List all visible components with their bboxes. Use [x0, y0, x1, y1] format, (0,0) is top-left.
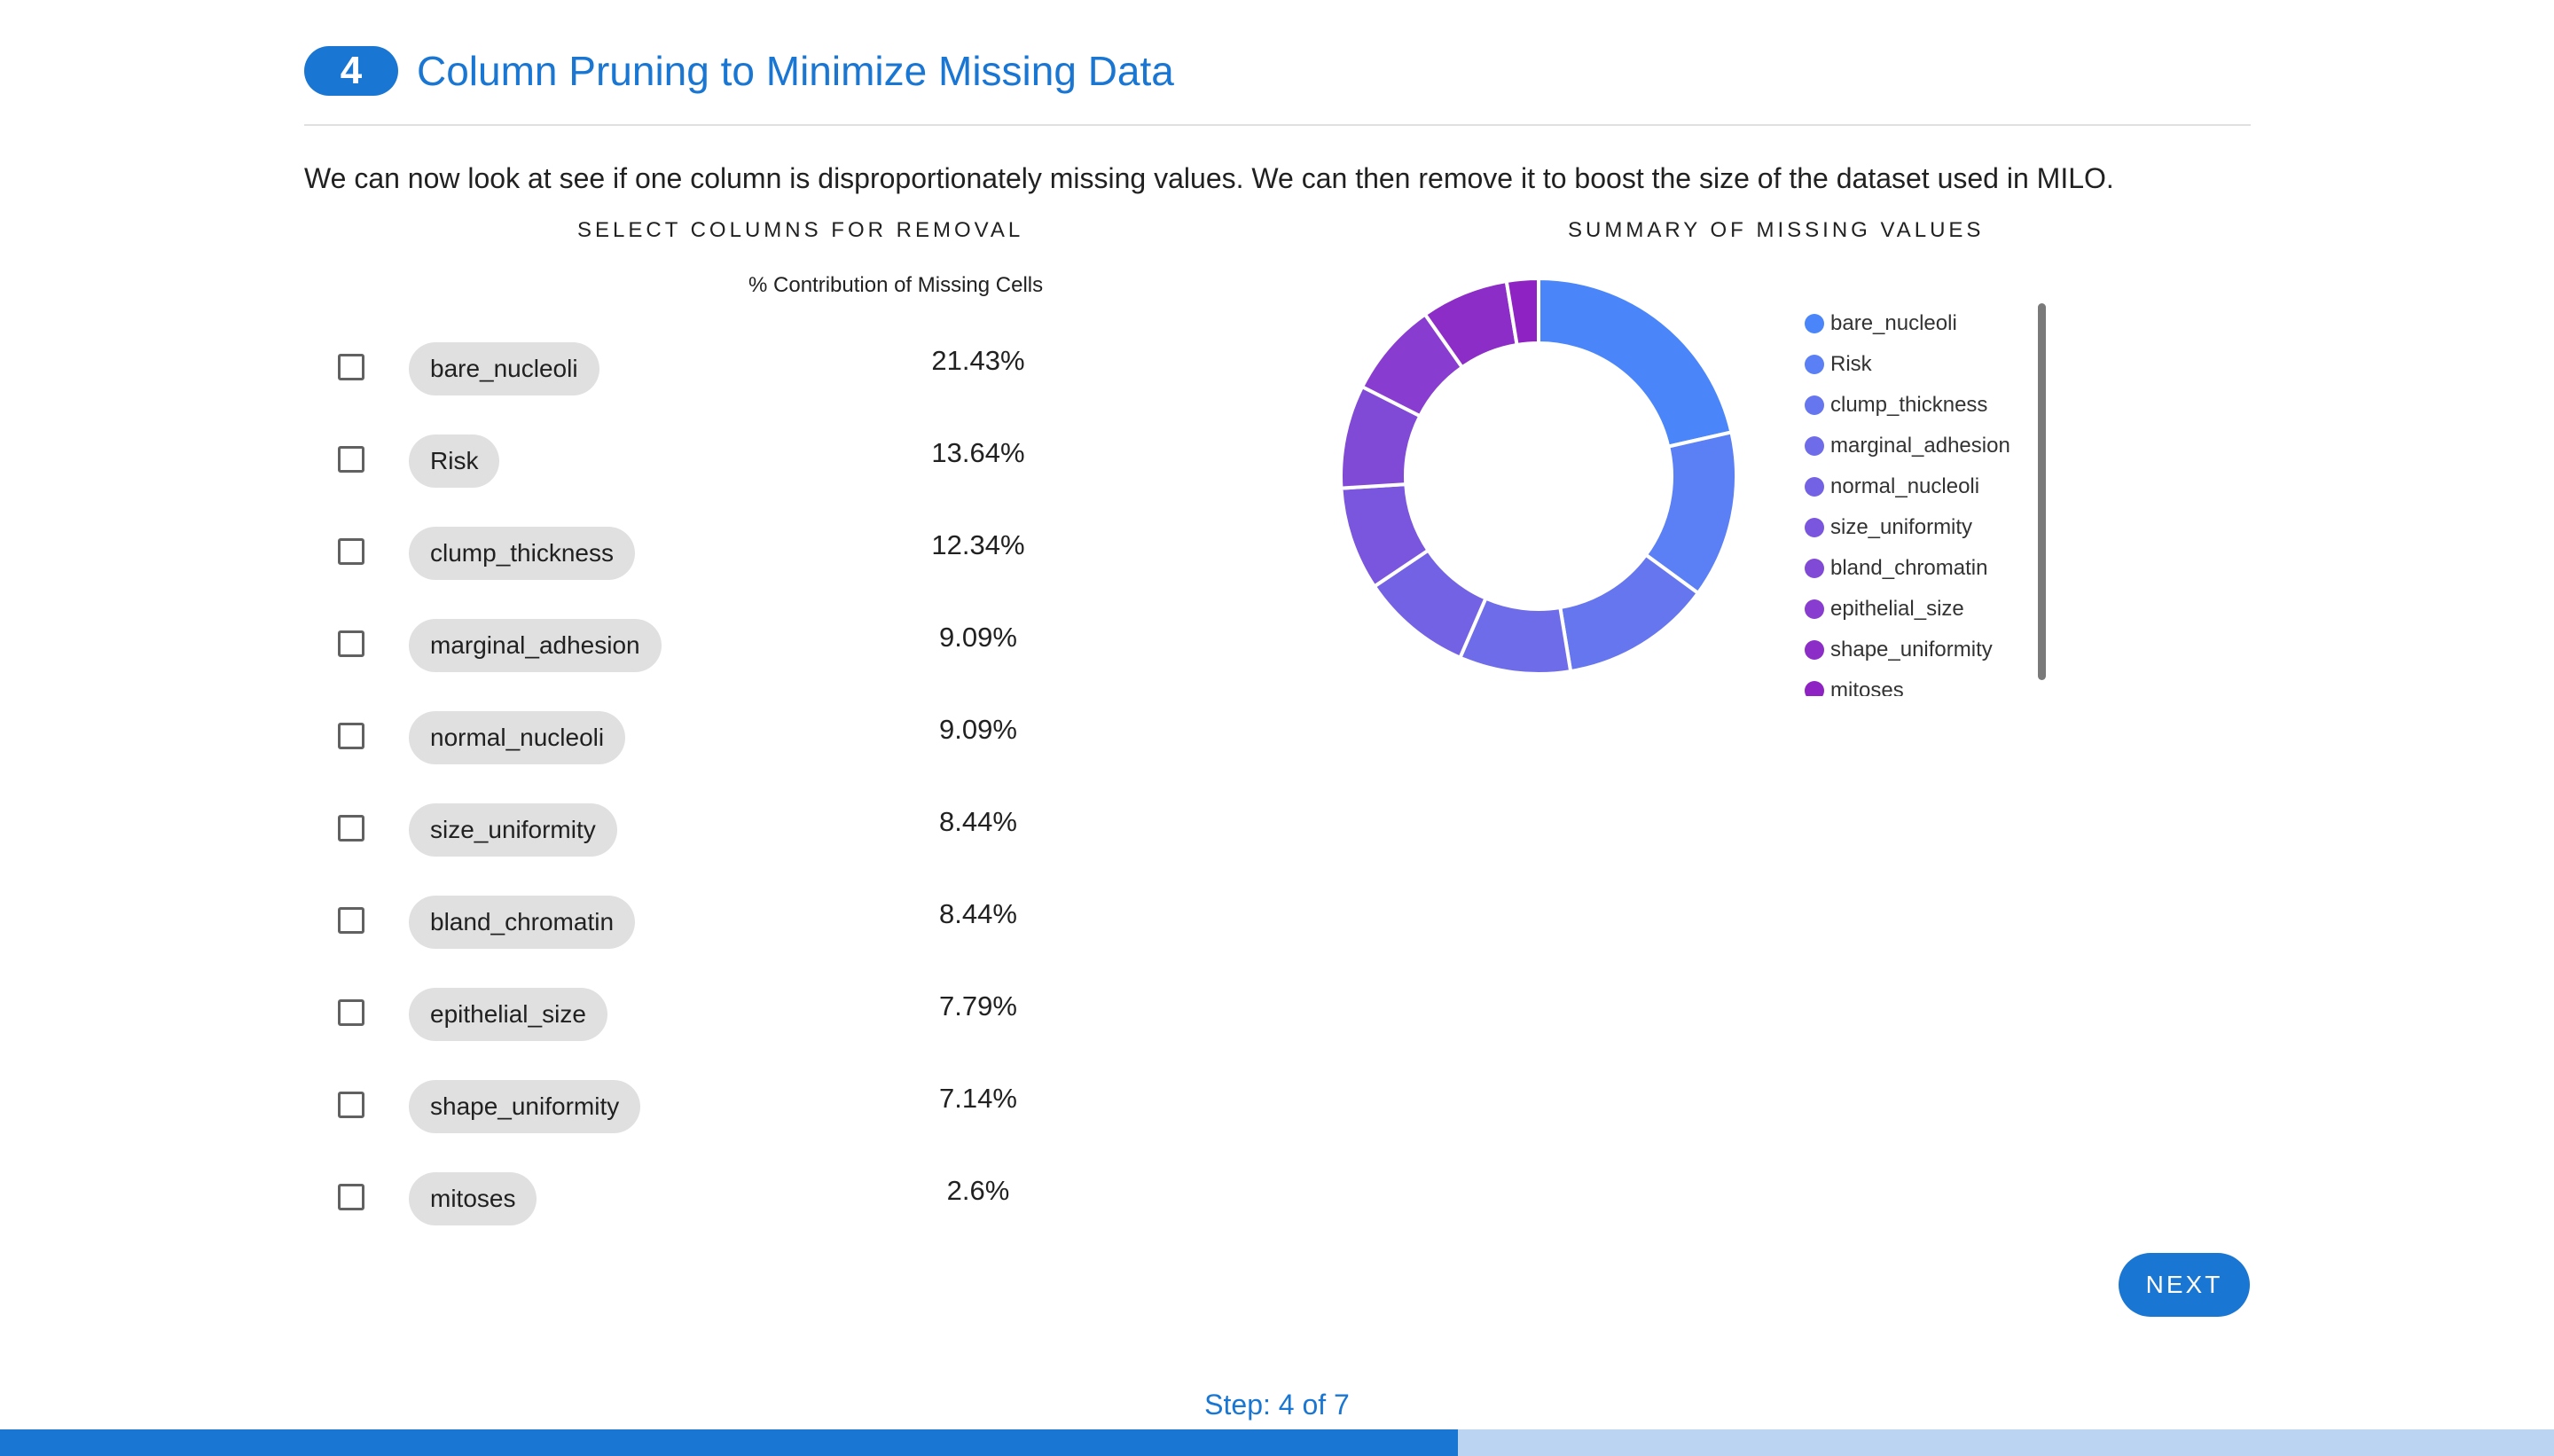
column-checkbox[interactable] [338, 538, 364, 565]
legend-label: bland_chromatin [1830, 556, 1988, 580]
legend-color-dot [1805, 395, 1824, 415]
column-checkbox[interactable] [338, 1184, 364, 1210]
legend-label: clump_thickness [1830, 393, 1988, 417]
missing-percentage: 9.09% [939, 714, 1017, 745]
missing-values-donut-chart [1339, 277, 1738, 676]
column-name-chip: Risk [409, 434, 500, 488]
column-checkbox[interactable] [338, 354, 364, 380]
column-name-chip: clump_thickness [409, 527, 635, 580]
column-name-chip: bland_chromatin [409, 896, 636, 949]
legend-label: marginal_adhesion [1830, 434, 2010, 458]
column-row: mitoses 2.6% [304, 1169, 1102, 1240]
legend-color-dot [1805, 681, 1824, 696]
right-section-title: SUMMARY OF MISSING VALUES [1568, 218, 1985, 242]
legend-color-dot [1805, 518, 1824, 537]
legend-label: normal_nucleoli [1830, 474, 1980, 498]
column-row: Risk 13.64% [304, 431, 1102, 502]
column-checkbox[interactable] [338, 1092, 364, 1118]
missing-percentage: 8.44% [939, 898, 1017, 929]
progress-bar-fill [0, 1429, 1459, 1456]
missing-percentage: 7.79% [939, 990, 1017, 1022]
column-checkbox[interactable] [338, 815, 364, 842]
column-checkbox[interactable] [338, 446, 364, 473]
column-name-chip: normal_nucleoli [409, 711, 626, 764]
column-row: bland_chromatin 8.44% [304, 892, 1102, 963]
column-row: epithelial_size 7.79% [304, 984, 1102, 1055]
missing-percentage: 8.44% [939, 806, 1017, 837]
column-row: clump_thickness 12.34% [304, 523, 1102, 594]
column-checkbox[interactable] [338, 907, 364, 934]
legend-scrollbar[interactable] [2038, 303, 2046, 680]
column-name-chip: bare_nucleoli [409, 342, 599, 395]
column-row: marginal_adhesion 9.09% [304, 615, 1102, 686]
column-row: normal_nucleoli 9.09% [304, 708, 1102, 779]
column-row: bare_nucleoli 21.43% [304, 339, 1102, 410]
page-header: 4 Column Pruning to Minimize Missing Dat… [304, 46, 2251, 126]
step-indicator: Step: 4 of 7 [1204, 1389, 1350, 1421]
column-name-chip: size_uniformity [409, 803, 617, 857]
legend-color-dot [1805, 477, 1824, 497]
column-name-chip: marginal_adhesion [409, 619, 662, 672]
missing-percentage: 13.64% [931, 437, 1025, 468]
legend-label: epithelial_size [1830, 597, 1964, 621]
column-name-chip: epithelial_size [409, 988, 607, 1041]
missing-percentage: 12.34% [931, 529, 1025, 560]
column-row: shape_uniformity 7.14% [304, 1076, 1102, 1147]
contribution-column-header: % Contribution of Missing Cells [748, 273, 1044, 297]
intro-text: We can now look at see if one column is … [304, 162, 2114, 194]
step-number-badge: 4 [304, 46, 398, 96]
missing-percentage: 7.14% [939, 1083, 1017, 1114]
column-row: size_uniformity 8.44% [304, 800, 1102, 871]
progress-bar [0, 1429, 2554, 1456]
legend-label: bare_nucleoli [1830, 311, 1957, 335]
page-title: Column Pruning to Minimize Missing Data [417, 48, 1174, 94]
legend-color-dot [1805, 355, 1824, 374]
legend-color-dot [1805, 436, 1824, 456]
column-name-chip: shape_uniformity [409, 1080, 641, 1133]
legend-label: size_uniformity [1830, 515, 1973, 539]
legend-label: shape_uniformity [1830, 638, 1993, 661]
column-name-chip: mitoses [409, 1172, 537, 1225]
legend-color-dot [1805, 640, 1824, 660]
legend-color-dot [1805, 559, 1824, 578]
legend-label: mitoses [1830, 678, 1904, 696]
missing-percentage: 9.09% [939, 622, 1017, 653]
donut-slice-bare_nucleoli[interactable] [1537, 277, 1734, 450]
missing-percentage: 2.6% [946, 1175, 1010, 1206]
missing-percentage: 21.43% [931, 345, 1025, 376]
left-section-title: SELECT COLUMNS FOR REMOVAL [577, 218, 1024, 242]
chart-legend[interactable]: bare_nucleoli Risk clump_thickness marginal… [1800, 301, 2040, 696]
legend-color-dot [1805, 314, 1824, 333]
column-checkbox[interactable] [338, 630, 364, 657]
legend-label: Risk [1830, 352, 1872, 376]
column-checkbox[interactable] [338, 723, 364, 749]
column-checkbox[interactable] [338, 999, 364, 1026]
next-button[interactable]: NEXT [2119, 1253, 2250, 1317]
legend-color-dot [1805, 599, 1824, 619]
